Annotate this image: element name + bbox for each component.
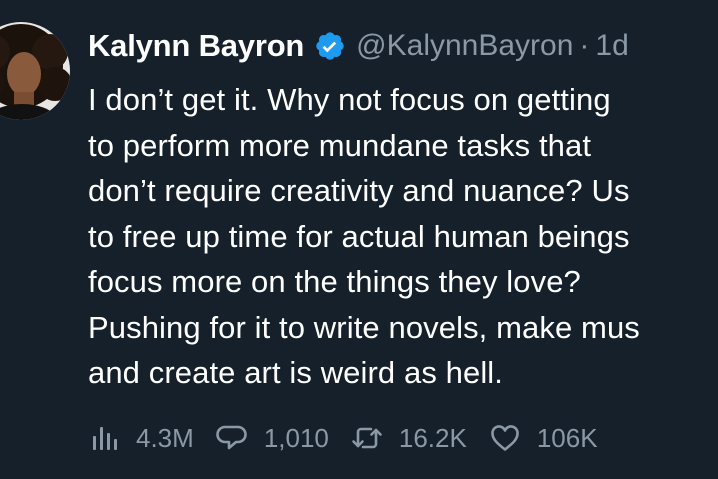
tweet-text-line: I don’t get it. Why not focus on getting [88,82,611,117]
tweet-header: Kalynn Bayron @KalynnBayron · 1d [88,22,629,70]
author-handle[interactable]: @KalynnBayron [356,29,573,63]
tweet-text-line: and create art is weird as hell. [88,355,504,390]
reply-icon [216,422,248,454]
tweet-text-line: don’t require creativity and nuance? Us [88,173,630,208]
views-count: 4.3M [136,422,194,453]
retweet-icon [351,422,383,454]
heart-icon [489,422,521,454]
views-button[interactable]: 4.3M [88,422,194,454]
like-count: 106K [536,422,598,453]
tweet-actions: 4.3M 1,010 16.2K 106K [88,413,620,463]
separator-dot: · [579,29,590,62]
reply-button[interactable]: 1,010 [216,422,329,454]
author-name[interactable]: Kalynn Bayron [88,28,304,64]
verified-badge-icon [314,30,346,62]
analytics-icon [88,422,120,454]
like-button[interactable]: 106K [489,422,598,454]
tweet-text: I don’t get it. Why not focus on getting… [88,77,718,396]
tweet-text-line: Pushing for it to write novels, make mus [88,309,640,345]
tweet-text-line: focus more on the things they love? [88,264,581,299]
reply-count: 1,010 [263,422,329,453]
retweet-count: 16.2K [398,422,467,453]
tweet-card[interactable]: Kalynn Bayron @KalynnBayron · 1d I don’t… [0,0,718,479]
tweet-text-line: to free up time for actual human beings [88,218,630,254]
retweet-button[interactable]: 16.2K [351,422,467,454]
avatar[interactable] [0,22,70,120]
tweet-text-line: to perform more mundane tasks that [88,127,592,163]
tweet-timestamp[interactable]: 1d [595,29,628,63]
